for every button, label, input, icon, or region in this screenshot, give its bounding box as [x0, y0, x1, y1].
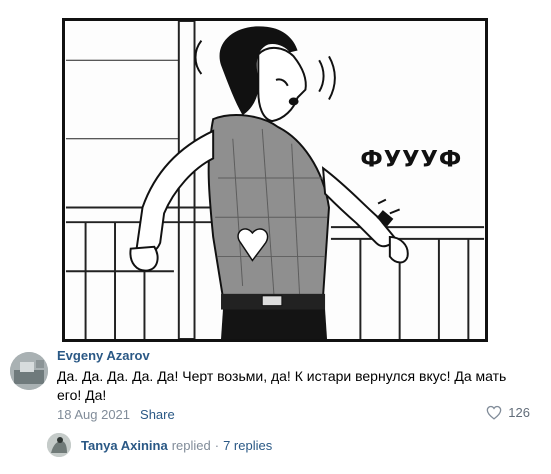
reply-action: replied	[171, 437, 211, 453]
manga-drawing: ФУУУФ	[65, 21, 485, 339]
heart-icon	[486, 405, 502, 420]
comment-author[interactable]: Evgeny Azarov	[57, 348, 150, 363]
replies-row[interactable]: Tanya Axinina replied · 7 replies	[47, 432, 272, 458]
reply-avatar	[47, 433, 71, 457]
reply-author[interactable]: Tanya Axinina	[81, 438, 168, 453]
comment-meta: 18 Aug 2021 Share	[57, 407, 175, 422]
reply-count[interactable]: 7 replies	[223, 438, 272, 453]
user-avatar-icon	[47, 433, 71, 457]
share-button[interactable]: Share	[140, 407, 175, 422]
comment-date[interactable]: 18 Aug 2021	[57, 407, 130, 422]
sfx-text: ФУУУФ	[360, 146, 462, 172]
manga-image[interactable]: ФУУУФ	[62, 18, 488, 342]
like-button[interactable]: 126	[486, 405, 530, 420]
avatar[interactable]	[10, 352, 48, 390]
user-avatar-icon	[10, 352, 48, 390]
like-count: 126	[508, 405, 530, 420]
comment-text: Да. Да. Да. Да. Да! Черт возьми, да! К и…	[57, 368, 507, 403]
reply-separator: ·	[214, 437, 220, 453]
